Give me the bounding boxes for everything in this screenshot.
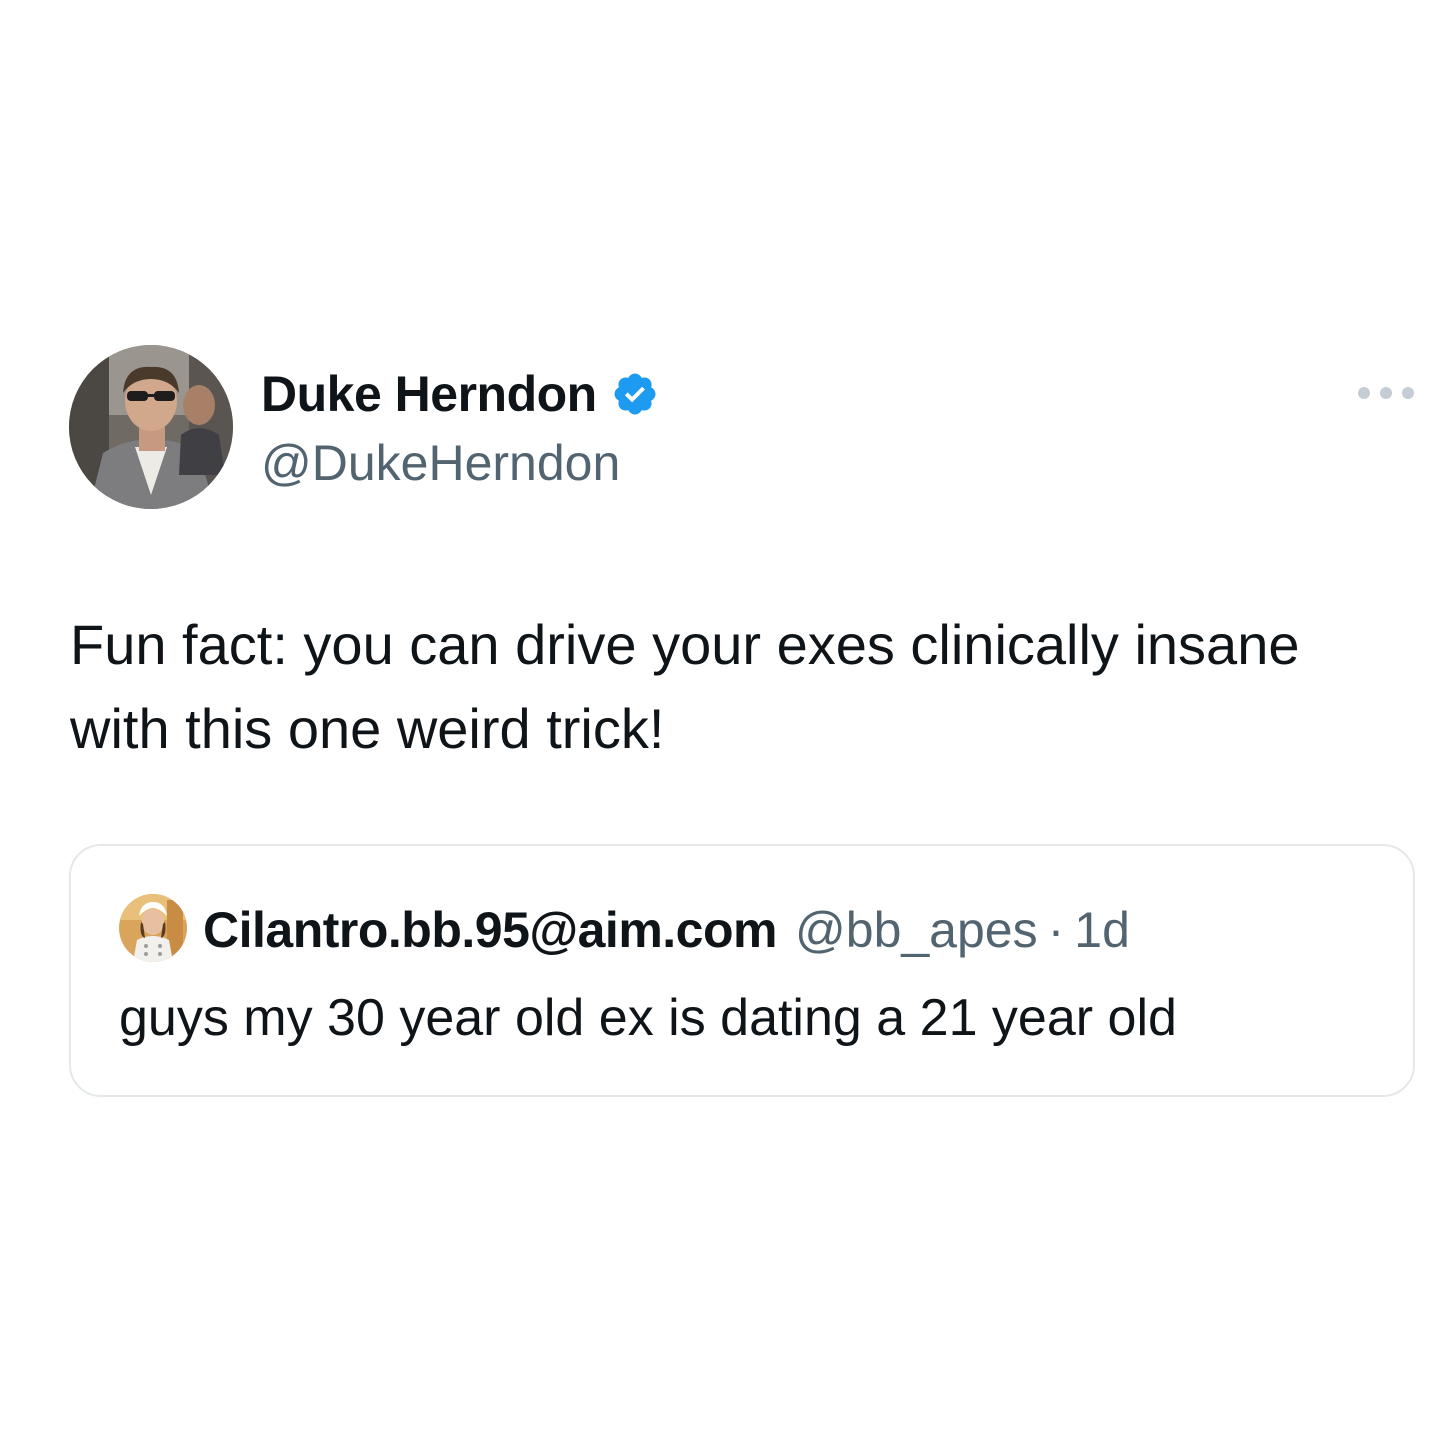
author-avatar[interactable] [69,345,233,509]
quoted-author-name[interactable]: Cilantro.bb.95@aim.com [203,901,778,959]
author-name[interactable]: Duke Herndon [261,365,597,423]
tweet: Duke Herndon @DukeHerndon Fun fact: you … [0,0,1440,1440]
author-handle[interactable]: @DukeHerndon [261,434,620,492]
quoted-tweet-text: guys my 30 year old ex is dating a 21 ye… [119,989,1177,1047]
author-name-row: Duke Herndon [261,362,659,426]
more-dot [1380,387,1392,399]
tweet-text: Fun fact: you can drive your exes clinic… [70,613,1300,760]
more-dot [1402,387,1414,399]
avatar-photo [69,345,233,509]
quoted-author-handle[interactable]: @bb_apes [795,901,1038,959]
quoted-avatar-photo [119,894,187,962]
quoted-tweet-card[interactable]: Cilantro.bb.95@aim.com @bb_apes · 1d guy… [69,844,1415,1097]
quoted-separator: · [1047,902,1065,958]
quoted-author-avatar[interactable] [119,894,187,962]
more-dot [1358,387,1370,399]
more-options-icon[interactable] [1358,378,1414,408]
verified-badge-icon [611,370,659,418]
quoted-timestamp[interactable]: 1d [1074,901,1130,959]
quoted-tweet-header: Cilantro.bb.95@aim.com @bb_apes · 1d [203,898,1130,962]
